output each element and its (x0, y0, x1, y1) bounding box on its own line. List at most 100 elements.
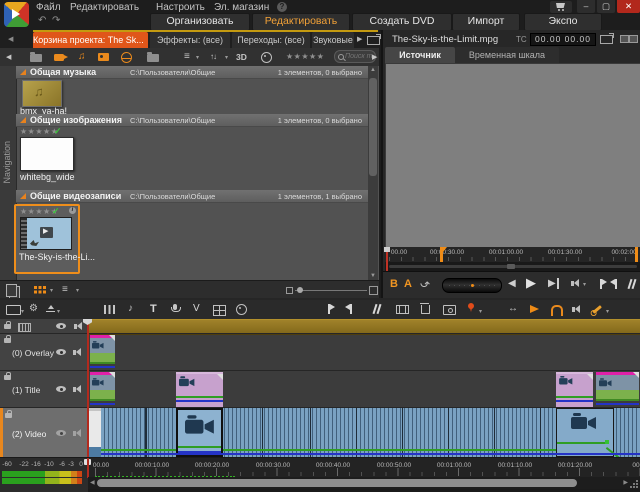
title-editor-button[interactable]: T (150, 303, 157, 315)
item-rating-stars[interactable]: ★★★★★ (20, 127, 58, 136)
eye-icon[interactable] (56, 386, 66, 392)
timeline-clip[interactable] (556, 372, 593, 408)
mark-b-button[interactable]: B (390, 278, 398, 290)
track-header-title[interactable]: (1) Title (0, 371, 88, 407)
timeline-clip[interactable] (596, 372, 639, 406)
prev-frame-icon[interactable]: ◀ (508, 278, 516, 289)
next-frame-icon[interactable]: ▶ (548, 278, 559, 289)
timeline-clip[interactable] (176, 372, 223, 408)
tab-edit[interactable]: Редактировать (252, 13, 350, 31)
montage-grid-icon[interactable] (213, 305, 226, 316)
info-icon[interactable]: i (69, 207, 76, 214)
timeline-playhead[interactable] (87, 319, 89, 457)
player-ruler[interactable]: 00.00 00:00:30.00 00:01:00.00 00:01:30.0… (385, 247, 640, 262)
cart-button[interactable] (550, 1, 572, 13)
tab-source[interactable]: Источник (385, 47, 455, 63)
video-thumbnail[interactable]: ▶ (20, 217, 72, 250)
scroll-left-icon[interactable]: ◀ (90, 479, 95, 486)
volume-line[interactable] (223, 449, 556, 451)
volume-icon[interactable] (571, 281, 574, 286)
music-filter-icon[interactable]: ♫ (78, 51, 86, 62)
tab-timeline-view[interactable]: Временная шкала (455, 47, 559, 63)
keyframe-tool-button[interactable]: V (193, 303, 200, 314)
mark-in-icon[interactable] (328, 304, 330, 314)
disc-menu-icon[interactable] (236, 304, 247, 315)
eye-icon[interactable] (56, 323, 66, 329)
resize-grip-icon[interactable] (636, 480, 638, 482)
video-item-selected[interactable]: ★★★★★ ✓ i ▶ The-Sky-is-the-Li... (14, 204, 80, 274)
undock-player-icon[interactable] (600, 35, 613, 44)
close-button[interactable]: ✕ (617, 0, 640, 13)
lock-icon[interactable] (4, 375, 11, 380)
tab-sound-effects[interactable]: Звуковые (312, 32, 354, 48)
send-to-timeline-icon[interactable]: ↷ (420, 276, 430, 290)
audio-mixer-icon[interactable] (104, 305, 115, 314)
trim-mode-icon[interactable] (46, 305, 55, 313)
timeline-clip[interactable] (90, 335, 115, 369)
scorefitter-icon[interactable]: ♪ (128, 303, 133, 314)
group-menu-icon[interactable]: ≡ (184, 51, 190, 62)
maximize-button[interactable]: ▢ (597, 0, 615, 13)
tags-icon[interactable] (261, 52, 272, 63)
timeline-clip[interactable] (89, 408, 101, 460)
player-playhead-handle[interactable] (384, 247, 390, 252)
detach-panel-icon[interactable] (367, 36, 380, 45)
menu-edit[interactable]: Редактировать (70, 2, 139, 13)
search-expand-icon[interactable]: ▶ (372, 53, 377, 61)
volume-line[interactable] (101, 449, 176, 451)
tab-scroll-left-icon[interactable]: ◀ (8, 35, 13, 43)
group-header-music[interactable]: Общая музыка C:\Пользователи\Общие 1 эле… (16, 66, 368, 79)
customize-toolbar-icon[interactable] (6, 305, 21, 315)
mark-a-button[interactable]: A (404, 278, 412, 290)
photos-filter-icon[interactable] (98, 53, 109, 61)
tab-export[interactable]: Экспо (524, 13, 602, 31)
magnet-snap-icon[interactable] (551, 305, 563, 316)
settings-gear-icon[interactable]: ⚙ (29, 303, 38, 314)
track-header-video-active[interactable]: (2) Video (0, 408, 88, 457)
dual-preview-icon[interactable] (620, 35, 629, 43)
thumbnail-view-icon[interactable] (34, 286, 37, 289)
track-header-overlay[interactable]: (0) Overlay (0, 334, 88, 370)
tab-effects[interactable]: Эффекты: (все) (150, 32, 230, 48)
audio-monitor-icon[interactable] (572, 307, 575, 312)
help-icon[interactable]: ? (277, 2, 287, 12)
scroll-down-icon[interactable]: ▼ (370, 273, 376, 279)
razor-split-icon[interactable] (372, 304, 382, 314)
videos-filter-icon[interactable] (54, 54, 64, 61)
track-header-0[interactable] (0, 319, 88, 333)
tab-transitions[interactable]: Переходы: (все) (232, 32, 310, 48)
timeline-scrollbar[interactable]: ◀ ▶ (88, 477, 640, 489)
delete-icon[interactable] (421, 305, 430, 314)
zoom-slider-thumb[interactable] (297, 287, 303, 293)
3d-filter-button[interactable]: 3D (236, 52, 247, 62)
menu-store[interactable]: Эл. магазин (214, 2, 269, 13)
projects-filter-icon[interactable] (121, 52, 132, 63)
volume-fade-handle[interactable] (605, 440, 609, 444)
timeline-ruler[interactable]: 00.00 00:00:10.00 00:00:20.00 00:00:30.0… (88, 457, 640, 478)
smart-insert-icon[interactable] (530, 305, 539, 313)
lock-icon[interactable] (5, 413, 12, 418)
mark-out-icon[interactable] (615, 279, 617, 289)
jog-shuttle[interactable] (442, 278, 502, 293)
play-icon[interactable]: ▶ (526, 275, 536, 291)
film-cell-icon[interactable] (396, 305, 409, 314)
tab-create-dvd[interactable]: Создать DVD (352, 13, 452, 31)
redo-icon[interactable]: ↷ (52, 15, 60, 26)
music-thumbnail[interactable]: ♫ (22, 80, 62, 107)
scroll-up-icon[interactable]: ▲ (370, 67, 376, 73)
tab-project-bin[interactable]: Корзина проекта: The Sk... × (33, 32, 148, 48)
lock-icon[interactable] (4, 338, 11, 343)
image-thumbnail[interactable] (20, 137, 74, 171)
menu-file[interactable]: Файл (36, 2, 61, 13)
snapshot-icon[interactable] (443, 305, 456, 315)
speaker-icon[interactable] (73, 431, 76, 436)
rating-filter-stars[interactable]: ★★★★★ (286, 52, 324, 61)
list-view-icon[interactable]: ≡ (62, 284, 68, 295)
mark-in-icon[interactable] (600, 279, 602, 289)
marker-icon[interactable] (468, 303, 474, 309)
lock-icon[interactable] (4, 324, 11, 329)
group-header-videos[interactable]: Общие видеозаписи C:\Пользователи\Общие … (16, 190, 368, 203)
timeline-clip-selected[interactable] (176, 408, 223, 457)
scroll-right-icon[interactable]: ▶ (623, 479, 628, 486)
zoom-out-box[interactable] (286, 287, 293, 294)
